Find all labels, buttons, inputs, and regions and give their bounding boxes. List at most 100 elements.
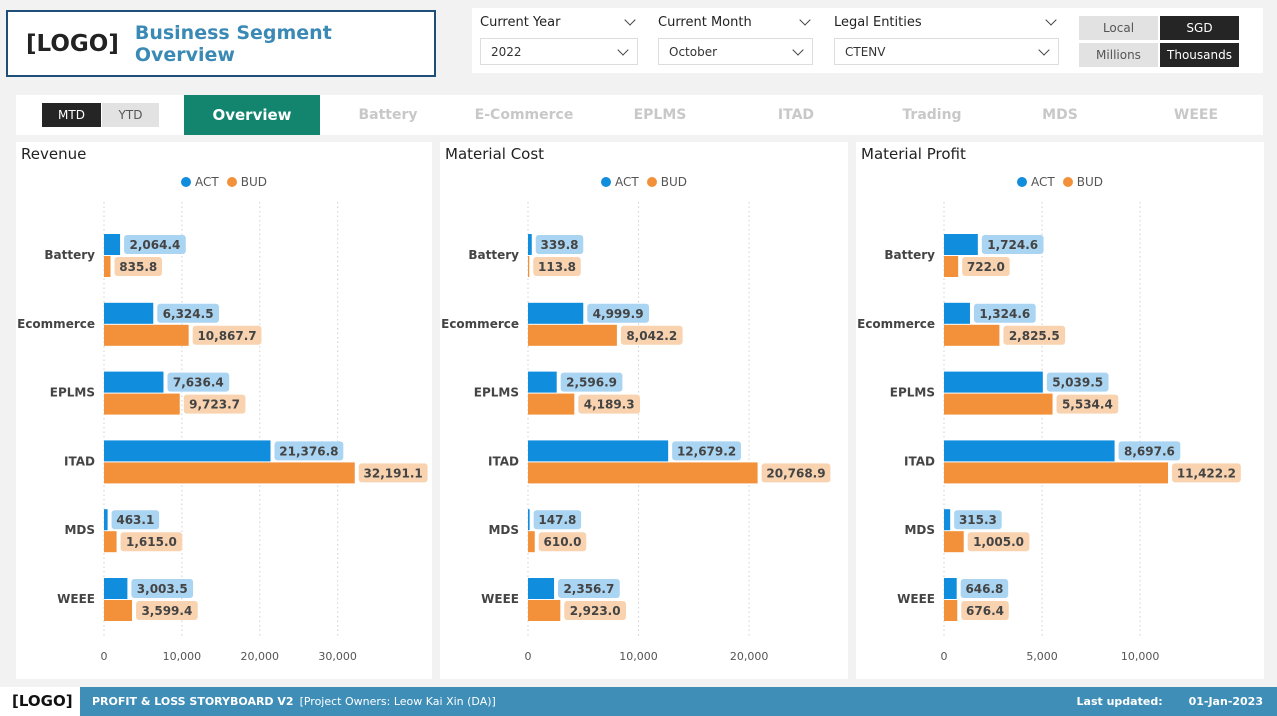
chevron-down-icon: [792, 43, 804, 56]
bud-bar-weee: [104, 600, 133, 621]
bud-data-label: 3,599.4: [141, 604, 192, 618]
act-bar-itad: [944, 440, 1115, 462]
category-label-itad: ITAD: [488, 454, 519, 468]
bud-bar-weee: [944, 600, 958, 621]
bud-data-label: 2,923.0: [570, 604, 621, 618]
ytd-button[interactable]: YTD: [102, 103, 159, 127]
year-dropdown[interactable]: 2022: [480, 38, 638, 65]
act-bar-ecommerce: [528, 302, 584, 324]
tab-itad[interactable]: ITAD: [728, 95, 864, 135]
act-bar-eplms: [104, 371, 164, 393]
category-label-itad: ITAD: [64, 454, 95, 468]
thousands-unit-button[interactable]: Thousands: [1160, 43, 1239, 67]
act-data-label: 3,003.5: [137, 582, 188, 596]
bud-bar-itad: [104, 462, 355, 484]
x-tick-label: 20,000: [241, 650, 280, 663]
category-label-eplms: EPLMS: [474, 386, 519, 400]
act-data-label: 2,596.9: [566, 376, 617, 390]
tab-trading[interactable]: Trading: [864, 95, 1000, 135]
tab-mds[interactable]: MDS: [992, 95, 1128, 135]
material-cost-chart-panel: Material Cost ACT BUD 0 10,000 20,000 Batte…: [440, 142, 848, 679]
filter-label: Legal Entities: [834, 14, 922, 30]
act-bar-battery: [944, 234, 978, 255]
bud-data-label: 835.8: [119, 260, 157, 274]
act-bar-ecommerce: [104, 302, 154, 324]
header-title-box: [LOGO] Business Segment Overview: [6, 10, 436, 77]
x-tick-label: 5,000: [1026, 650, 1058, 663]
act-bar-mds: [528, 509, 530, 531]
filter-legal-entities: Legal Entities CTENV: [834, 12, 1059, 65]
footer-owners: [Project Owners: Leow Kai Xin (DA)]: [299, 695, 496, 708]
filter-current-year: Current Year 2022: [480, 12, 638, 65]
category-label-ecommerce: Ecommerce: [857, 317, 935, 331]
bud-data-label: 32,191.1: [364, 466, 423, 480]
filter-panel: Current Year 2022 Current Month October …: [472, 8, 1263, 73]
bud-data-label: 2,825.5: [1009, 329, 1060, 343]
material-profit-chart-panel: Material Profit ACT BUD 0 5,000 10,000 Batt…: [856, 142, 1264, 679]
act-data-label: 646.8: [965, 582, 1003, 596]
footer-app-name: PROFIT & LOSS STORYBOARD V2: [92, 695, 294, 708]
act-bar-ecommerce: [944, 302, 970, 324]
act-data-label: 4,999.9: [593, 307, 644, 321]
category-label-battery: Battery: [468, 248, 519, 262]
footer-logo: [LOGO]: [12, 692, 73, 710]
dropdown-value: October: [669, 44, 718, 59]
bud-bar-eplms: [528, 393, 575, 415]
act-data-label: 1,724.6: [987, 238, 1038, 252]
act-bar-battery: [104, 234, 121, 255]
chevron-down-icon[interactable]: [624, 14, 636, 26]
bud-bar-ecommerce: [528, 324, 617, 346]
act-bar-battery: [528, 234, 532, 255]
act-data-label: 5,039.5: [1052, 376, 1103, 390]
last-updated-value: 01-Jan-2023: [1188, 695, 1263, 708]
legal-entities-dropdown[interactable]: CTENV: [834, 38, 1059, 65]
chevron-down-icon[interactable]: [1045, 14, 1057, 26]
tab-battery[interactable]: Battery: [320, 95, 456, 135]
x-tick-label: 10,000: [619, 650, 658, 663]
chevron-down-icon[interactable]: [799, 14, 811, 26]
revenue-chart: 0 10,000 20,000 30,000 Battery 2,064.4 835.8 Ec…: [17, 202, 428, 663]
logo: [LOGO]: [26, 30, 119, 57]
act-data-label: 12,679.2: [677, 444, 736, 458]
filter-label: Current Month: [658, 14, 752, 30]
x-tick-label: 30,000: [318, 650, 357, 663]
act-bar-weee: [944, 578, 957, 599]
act-bar-itad: [528, 440, 669, 462]
category-label-weee: WEEE: [481, 592, 519, 606]
bud-bar-ecommerce: [104, 324, 189, 346]
local-currency-button[interactable]: Local: [1079, 16, 1158, 40]
bud-bar-ecommerce: [944, 324, 1000, 346]
last-updated-label: Last updated:: [1076, 695, 1163, 708]
tab-overview[interactable]: Overview: [184, 95, 320, 135]
act-bar-eplms: [528, 371, 557, 393]
act-data-label: 315.3: [959, 513, 997, 527]
tab-weee[interactable]: WEEE: [1128, 95, 1264, 135]
bud-bar-itad: [528, 462, 758, 484]
act-bar-mds: [944, 509, 951, 531]
bud-bar-mds: [528, 531, 535, 553]
bud-data-label: 11,422.2: [1177, 466, 1236, 480]
category-label-mds: MDS: [488, 523, 519, 537]
tab-eplms[interactable]: EPLMS: [592, 95, 728, 135]
category-label-mds: MDS: [64, 523, 95, 537]
sgd-currency-button[interactable]: SGD: [1160, 16, 1239, 40]
act-bar-weee: [528, 578, 555, 599]
page-title: Business Segment Overview: [134, 21, 332, 66]
bud-data-label: 113.8: [538, 260, 576, 274]
mtd-button[interactable]: MTD: [42, 103, 101, 127]
bud-data-label: 610.0: [544, 535, 582, 549]
bud-bar-eplms: [944, 393, 1053, 415]
revenue-chart-panel: Revenue ACT BUD 0 10,000 20,000 30,000 Batte…: [16, 142, 432, 679]
bud-data-label: 676.4: [966, 604, 1004, 618]
act-bar-weee: [104, 578, 128, 599]
millions-unit-button[interactable]: Millions: [1079, 43, 1158, 67]
category-label-eplms: EPLMS: [890, 386, 935, 400]
month-dropdown[interactable]: October: [658, 38, 813, 65]
tab-e-commerce[interactable]: E-Commerce: [456, 95, 592, 135]
x-tick-label: 0: [525, 650, 532, 663]
act-data-label: 6,324.5: [163, 307, 214, 321]
bud-bar-mds: [944, 531, 964, 553]
bud-data-label: 20,768.9: [766, 466, 825, 480]
dropdown-value: 2022: [491, 44, 522, 59]
category-label-eplms: EPLMS: [50, 386, 95, 400]
